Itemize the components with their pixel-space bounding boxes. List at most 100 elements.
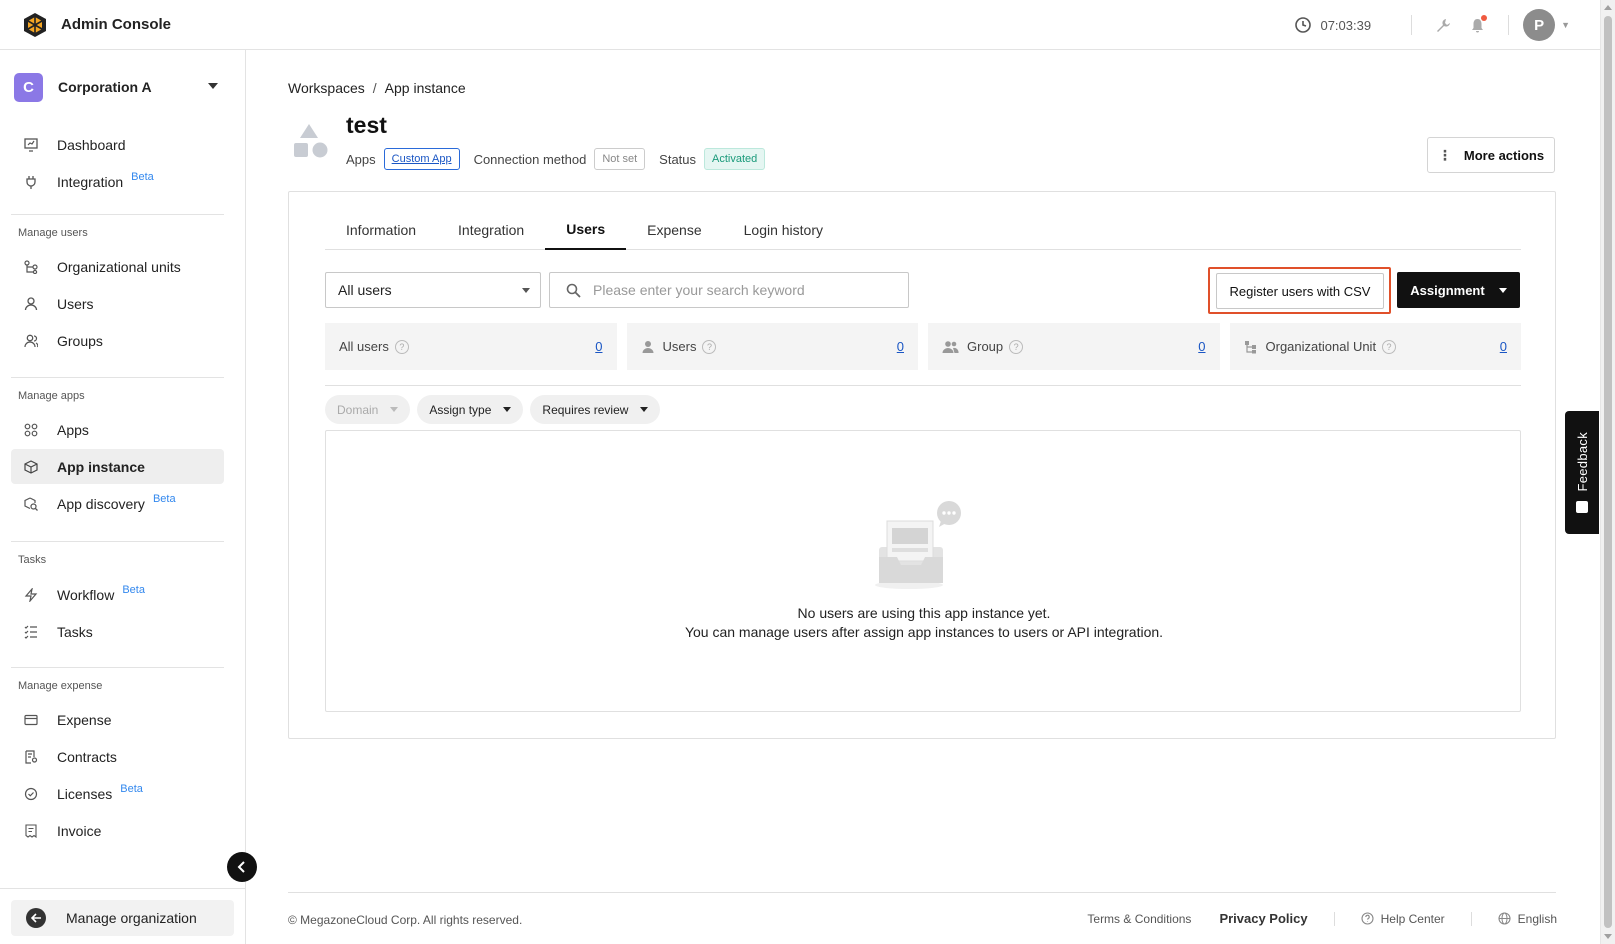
section-tasks: Tasks (18, 554, 47, 566)
help-icon[interactable]: ? (1382, 339, 1397, 354)
plug-icon (23, 174, 39, 190)
search-box[interactable] (549, 272, 909, 308)
sidebar-item-app-discovery[interactable]: App discovery Beta (11, 486, 224, 521)
scroll-up-icon[interactable] (1604, 5, 1612, 10)
privacy-policy-link[interactable]: Privacy Policy (1219, 911, 1307, 926)
sidebar-item-expense[interactable]: Expense (11, 702, 224, 737)
wrench-icon[interactable] (1432, 14, 1454, 36)
session-timer[interactable]: 07:03:39 (1294, 16, 1371, 34)
sidebar-item-label: Groups (57, 332, 103, 349)
chip-label: Assign type (429, 402, 492, 417)
sidebar-item-label: Integration (57, 173, 124, 190)
scroll-thumb[interactable] (1604, 16, 1612, 928)
help-center-link[interactable]: Help Center (1361, 912, 1445, 926)
org-tree-icon (23, 259, 39, 275)
org-tree-icon (1244, 340, 1258, 354)
tab-integration[interactable]: Integration (437, 210, 545, 250)
language-selector[interactable]: English (1498, 912, 1557, 926)
help-icon[interactable]: ? (394, 339, 409, 354)
custom-app-link[interactable]: Custom App (383, 148, 460, 170)
search-input[interactable] (593, 282, 893, 298)
empty-message-line1: No users are using this app instance yet… (797, 605, 1051, 621)
group-icon (23, 333, 39, 349)
breadcrumb: Workspaces / App instance (288, 80, 466, 96)
domain-filter-chip: Domain (325, 395, 411, 424)
chevron-down-icon[interactable]: ▼ (1561, 20, 1570, 30)
caret-down-icon (1498, 287, 1507, 293)
page-scrollbar[interactable] (1600, 0, 1615, 944)
assignment-button[interactable]: Assignment (1397, 272, 1520, 308)
sidebar-item-tasks[interactable]: Tasks (11, 614, 224, 649)
empty-state: No users are using this app instance yet… (325, 430, 1521, 712)
tab-users[interactable]: Users (545, 210, 627, 250)
stat-users: Users ? 0 (626, 323, 918, 370)
section-manage-expense: Manage expense (18, 680, 103, 692)
collapse-sidebar-button[interactable] (227, 852, 257, 882)
caret-down-icon (522, 288, 530, 293)
user-filter-select[interactable]: All users (325, 272, 541, 308)
empty-message-line2: You can manage users after assign app in… (684, 624, 1164, 640)
more-actions-button[interactable]: ⋮ More actions (1427, 137, 1555, 173)
org-switcher[interactable]: C Corporation A (14, 72, 224, 102)
sidebar-item-apps[interactable]: Apps (11, 412, 224, 447)
chip-label: Domain (337, 402, 379, 417)
app-meta: Apps Custom App Connection method Not se… (346, 148, 766, 170)
sidebar-item-label: Workflow (57, 586, 115, 603)
tab-expense[interactable]: Expense (626, 210, 722, 250)
tab-information[interactable]: Information (325, 210, 437, 250)
card-icon (23, 712, 39, 728)
manage-organization-button[interactable]: Manage organization (11, 900, 234, 936)
csv-button-highlight: Register users with CSV (1208, 267, 1391, 314)
notification-bell-icon[interactable] (1466, 14, 1488, 36)
sidebar-item-licenses[interactable]: Licenses Beta (11, 776, 224, 811)
sidebar: C Corporation A Dashboard Integration Be… (0, 50, 246, 944)
stat-count[interactable]: 0 (1198, 339, 1205, 354)
feedback-tab[interactable]: Feedback (1565, 411, 1599, 534)
sidebar-item-workflow[interactable]: Workflow Beta (11, 577, 224, 612)
session-time: 07:03:39 (1320, 17, 1372, 33)
stat-count[interactable]: 0 (1500, 339, 1507, 354)
terms-link[interactable]: Terms & Conditions (1087, 912, 1191, 926)
sidebar-item-integration[interactable]: Integration Beta (11, 164, 224, 199)
user-icon (23, 296, 39, 312)
breadcrumb-current: App instance (384, 80, 466, 96)
stat-count[interactable]: 0 (897, 339, 904, 354)
sidebar-item-label: Expense (57, 711, 112, 728)
tab-login-history[interactable]: Login history (723, 210, 844, 250)
connection-method-value: Not set (594, 148, 646, 170)
sidebar-item-label: App instance (57, 458, 145, 475)
sidebar-item-groups[interactable]: Groups (11, 323, 224, 358)
sidebar-item-label: Dashboard (57, 136, 126, 153)
sidebar-item-users[interactable]: Users (11, 286, 224, 321)
logo-icon[interactable] (22, 12, 48, 38)
refresh-clock-icon (1295, 17, 1312, 33)
section-manage-apps: Manage apps (18, 390, 85, 402)
scroll-down-icon[interactable] (1604, 934, 1612, 939)
beta-badge: Beta (152, 492, 176, 505)
sidebar-item-invoice[interactable]: Invoice (11, 813, 224, 848)
sidebar-item-contracts[interactable]: Contracts (11, 739, 224, 774)
app-placeholder-icon (294, 124, 328, 158)
sidebar-item-org-units[interactable]: Organizational units (11, 249, 224, 284)
sidebar-item-app-instance[interactable]: App instance (11, 449, 224, 484)
stat-label: All users (339, 339, 389, 354)
assign-type-filter-chip[interactable]: Assign type (417, 395, 524, 424)
help-icon[interactable]: ? (702, 339, 717, 354)
breadcrumb-workspaces[interactable]: Workspaces (288, 80, 365, 96)
apps-label: Apps (346, 151, 376, 167)
requires-review-filter-chip[interactable]: Requires review (530, 395, 661, 424)
help-icon[interactable]: ? (1009, 339, 1024, 354)
stat-group: Group ? 0 (928, 323, 1220, 370)
kebab-menu-icon: ⋮ (1437, 146, 1452, 163)
user-avatar[interactable]: P (1523, 9, 1556, 41)
tab-bar: Information Integration Users Expense Lo… (325, 210, 1521, 250)
sidebar-item-dashboard[interactable]: Dashboard (11, 127, 224, 162)
status-label: Status (659, 151, 697, 167)
globe-icon (1498, 912, 1511, 925)
license-badge-icon (23, 786, 39, 802)
help-center-label: Help Center (1380, 911, 1445, 926)
stat-count[interactable]: 0 (595, 339, 602, 354)
invoice-icon (23, 823, 39, 839)
sidebar-item-label: Users (57, 295, 94, 312)
register-users-csv-button[interactable]: Register users with CSV (1216, 273, 1384, 309)
